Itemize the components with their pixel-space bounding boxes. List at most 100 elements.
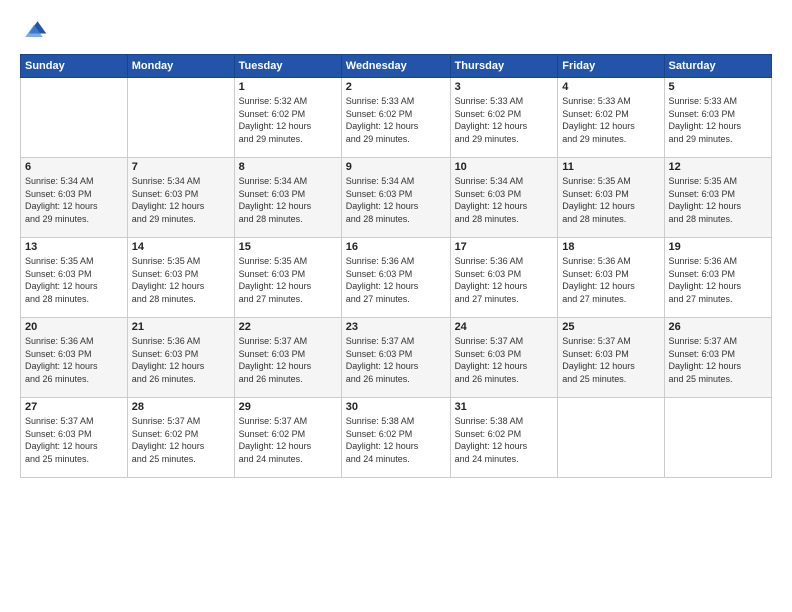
calendar-cell: 31 Sunrise: 5:38 AM Sunset: 6:02 PM Dayli… <box>450 398 558 478</box>
calendar-cell <box>558 398 664 478</box>
cell-content: Sunrise: 5:33 AM Sunset: 6:02 PM Dayligh… <box>562 95 659 145</box>
day-number: 10 <box>455 161 554 173</box>
calendar-cell: 20 Sunrise: 5:36 AM Sunset: 6:03 PM Dayli… <box>21 318 128 398</box>
cell-content: Sunrise: 5:32 AM Sunset: 6:02 PM Dayligh… <box>239 95 337 145</box>
calendar-cell: 17Sunrise: 5:36 AM Sunset: 6:03 PM Dayli… <box>450 238 558 318</box>
cell-content: Sunrise: 5:36 AM Sunset: 6:03 PM Dayligh… <box>669 255 767 305</box>
calendar-cell: 24 Sunrise: 5:37 AM Sunset: 6:03 PM Dayli… <box>450 318 558 398</box>
calendar-cell: 21 Sunrise: 5:36 AM Sunset: 6:03 PM Dayli… <box>127 318 234 398</box>
logo-icon <box>20 16 48 44</box>
day-number: 11 <box>562 161 659 173</box>
calendar-cell: 25 Sunrise: 5:37 AM Sunset: 6:03 PM Dayli… <box>558 318 664 398</box>
calendar-cell: 14 Sunrise: 5:35 AM Sunset: 6:03 PM Dayli… <box>127 238 234 318</box>
day-number: 7 <box>132 161 230 173</box>
calendar-cell: 1Sunrise: 5:32 AM Sunset: 6:02 PM Daylig… <box>234 78 341 158</box>
weekday-header-monday: Monday <box>127 55 234 78</box>
week-row-1: 1Sunrise: 5:32 AM Sunset: 6:02 PM Daylig… <box>21 78 772 158</box>
day-number: 6 <box>25 161 123 173</box>
calendar-cell: 26 Sunrise: 5:37 AM Sunset: 6:03 PM Dayli… <box>664 318 771 398</box>
cell-content: Sunrise: 5:35 AM Sunset: 6:03 PM Dayligh… <box>239 255 337 305</box>
cell-content: Sunrise: 5:36 AM Sunset: 6:03 PM Dayligh… <box>562 255 659 305</box>
day-number: 23 <box>346 321 446 333</box>
weekday-header-thursday: Thursday <box>450 55 558 78</box>
calendar-cell: 19 Sunrise: 5:36 AM Sunset: 6:03 PM Dayli… <box>664 238 771 318</box>
calendar-cell: 10Sunrise: 5:34 AM Sunset: 6:03 PM Dayli… <box>450 158 558 238</box>
weekday-header-row: SundayMondayTuesdayWednesdayThursdayFrid… <box>21 55 772 78</box>
day-number: 26 <box>669 321 767 333</box>
day-number: 3 <box>455 81 554 93</box>
weekday-header-saturday: Saturday <box>664 55 771 78</box>
cell-content: Sunrise: 5:36 AM Sunset: 6:03 PM Dayligh… <box>455 255 554 305</box>
cell-content: Sunrise: 5:38 AM Sunset: 6:02 PM Dayligh… <box>346 415 446 465</box>
cell-content: Sunrise: 5:37 AM Sunset: 6:03 PM Dayligh… <box>455 335 554 385</box>
calendar-cell: 5Sunrise: 5:33 AM Sunset: 6:03 PM Daylig… <box>664 78 771 158</box>
cell-content: Sunrise: 5:37 AM Sunset: 6:02 PM Dayligh… <box>239 415 337 465</box>
calendar-cell: 30 Sunrise: 5:38 AM Sunset: 6:02 PM Dayli… <box>341 398 450 478</box>
day-number: 19 <box>669 241 767 253</box>
calendar-cell: 9 Sunrise: 5:34 AM Sunset: 6:03 PM Daylig… <box>341 158 450 238</box>
calendar-cell: 7 Sunrise: 5:34 AM Sunset: 6:03 PM Daylig… <box>127 158 234 238</box>
day-number: 16 <box>346 241 446 253</box>
calendar-cell: 29 Sunrise: 5:37 AM Sunset: 6:02 PM Dayli… <box>234 398 341 478</box>
calendar-cell: 2 Sunrise: 5:33 AM Sunset: 6:02 PM Daylig… <box>341 78 450 158</box>
cell-content: Sunrise: 5:35 AM Sunset: 6:03 PM Dayligh… <box>669 175 767 225</box>
day-number: 2 <box>346 81 446 93</box>
calendar-cell <box>21 78 128 158</box>
cell-content: Sunrise: 5:35 AM Sunset: 6:03 PM Dayligh… <box>132 255 230 305</box>
logo <box>20 16 52 44</box>
cell-content: Sunrise: 5:34 AM Sunset: 6:03 PM Dayligh… <box>25 175 123 225</box>
calendar-cell: 27Sunrise: 5:37 AM Sunset: 6:03 PM Dayli… <box>21 398 128 478</box>
calendar-cell: 16 Sunrise: 5:36 AM Sunset: 6:03 PM Dayli… <box>341 238 450 318</box>
day-number: 31 <box>455 401 554 413</box>
weekday-header-sunday: Sunday <box>21 55 128 78</box>
cell-content: Sunrise: 5:34 AM Sunset: 6:03 PM Dayligh… <box>239 175 337 225</box>
cell-content: Sunrise: 5:36 AM Sunset: 6:03 PM Dayligh… <box>346 255 446 305</box>
cell-content: Sunrise: 5:34 AM Sunset: 6:03 PM Dayligh… <box>132 175 230 225</box>
cell-content: Sunrise: 5:38 AM Sunset: 6:02 PM Dayligh… <box>455 415 554 465</box>
day-number: 24 <box>455 321 554 333</box>
day-number: 28 <box>132 401 230 413</box>
calendar-cell: 13Sunrise: 5:35 AM Sunset: 6:03 PM Dayli… <box>21 238 128 318</box>
day-number: 14 <box>132 241 230 253</box>
cell-content: Sunrise: 5:37 AM Sunset: 6:03 PM Dayligh… <box>239 335 337 385</box>
cell-content: Sunrise: 5:37 AM Sunset: 6:03 PM Dayligh… <box>562 335 659 385</box>
header <box>20 16 772 44</box>
calendar-table: SundayMondayTuesdayWednesdayThursdayFrid… <box>20 54 772 478</box>
day-number: 20 <box>25 321 123 333</box>
cell-content: Sunrise: 5:33 AM Sunset: 6:02 PM Dayligh… <box>346 95 446 145</box>
day-number: 18 <box>562 241 659 253</box>
calendar-cell <box>664 398 771 478</box>
week-row-2: 6 Sunrise: 5:34 AM Sunset: 6:03 PM Daylig… <box>21 158 772 238</box>
calendar-cell: 22 Sunrise: 5:37 AM Sunset: 6:03 PM Dayli… <box>234 318 341 398</box>
day-number: 25 <box>562 321 659 333</box>
calendar-cell: 11 Sunrise: 5:35 AM Sunset: 6:03 PM Dayli… <box>558 158 664 238</box>
day-number: 22 <box>239 321 337 333</box>
cell-content: Sunrise: 5:35 AM Sunset: 6:03 PM Dayligh… <box>25 255 123 305</box>
day-number: 5 <box>669 81 767 93</box>
calendar-cell <box>127 78 234 158</box>
calendar-cell: 4Sunrise: 5:33 AM Sunset: 6:02 PM Daylig… <box>558 78 664 158</box>
cell-content: Sunrise: 5:35 AM Sunset: 6:03 PM Dayligh… <box>562 175 659 225</box>
calendar-cell: 12 Sunrise: 5:35 AM Sunset: 6:03 PM Dayli… <box>664 158 771 238</box>
cell-content: Sunrise: 5:37 AM Sunset: 6:03 PM Dayligh… <box>25 415 123 465</box>
weekday-header-tuesday: Tuesday <box>234 55 341 78</box>
day-number: 15 <box>239 241 337 253</box>
day-number: 12 <box>669 161 767 173</box>
day-number: 30 <box>346 401 446 413</box>
day-number: 21 <box>132 321 230 333</box>
calendar-cell: 15 Sunrise: 5:35 AM Sunset: 6:03 PM Dayli… <box>234 238 341 318</box>
cell-content: Sunrise: 5:37 AM Sunset: 6:03 PM Dayligh… <box>669 335 767 385</box>
cell-content: Sunrise: 5:34 AM Sunset: 6:03 PM Dayligh… <box>346 175 446 225</box>
day-number: 9 <box>346 161 446 173</box>
week-row-4: 20 Sunrise: 5:36 AM Sunset: 6:03 PM Dayli… <box>21 318 772 398</box>
week-row-5: 27Sunrise: 5:37 AM Sunset: 6:03 PM Dayli… <box>21 398 772 478</box>
cell-content: Sunrise: 5:36 AM Sunset: 6:03 PM Dayligh… <box>25 335 123 385</box>
day-number: 29 <box>239 401 337 413</box>
calendar-cell: 6 Sunrise: 5:34 AM Sunset: 6:03 PM Daylig… <box>21 158 128 238</box>
weekday-header-wednesday: Wednesday <box>341 55 450 78</box>
calendar-cell: 28 Sunrise: 5:37 AM Sunset: 6:02 PM Dayli… <box>127 398 234 478</box>
cell-content: Sunrise: 5:36 AM Sunset: 6:03 PM Dayligh… <box>132 335 230 385</box>
cell-content: Sunrise: 5:37 AM Sunset: 6:02 PM Dayligh… <box>132 415 230 465</box>
calendar-cell: 3Sunrise: 5:33 AM Sunset: 6:02 PM Daylig… <box>450 78 558 158</box>
weekday-header-friday: Friday <box>558 55 664 78</box>
